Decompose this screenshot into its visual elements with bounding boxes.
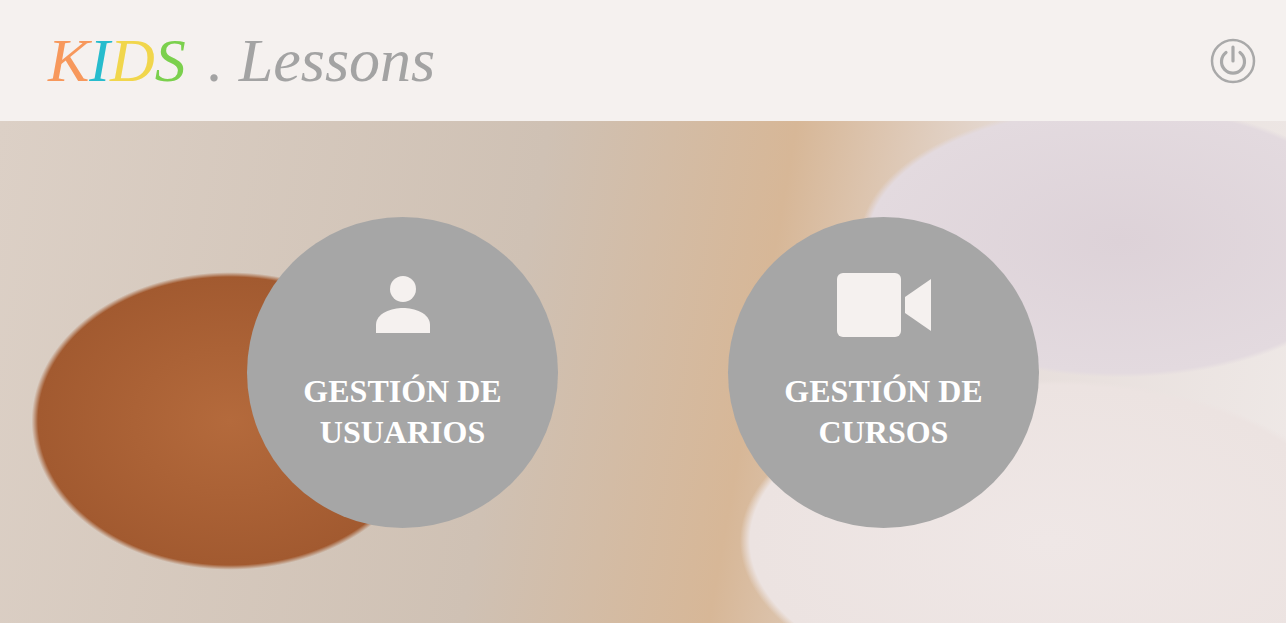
logo-letter: K [48, 26, 89, 94]
logo-letter: D [110, 26, 155, 94]
background-photo: GESTIÓN DE USUARIOS GESTIÓN DE CURSOS [0, 121, 1286, 623]
logo-text: . Lessons [208, 26, 435, 94]
users-management-button[interactable]: GESTIÓN DE USUARIOS [247, 217, 558, 528]
tile-label: GESTIÓN DE USUARIOS [278, 371, 528, 454]
user-icon [374, 275, 432, 335]
logo: KIDS . Lessons [48, 23, 435, 97]
power-icon[interactable] [1210, 38, 1256, 84]
tile-label: GESTIÓN DE CURSOS [759, 371, 1009, 454]
video-camera-icon [837, 273, 931, 337]
courses-management-button[interactable]: GESTIÓN DE CURSOS [728, 217, 1039, 528]
logo-letter: I [89, 26, 110, 94]
top-bar: KIDS . Lessons [0, 0, 1286, 121]
logo-letter: S [155, 26, 186, 94]
